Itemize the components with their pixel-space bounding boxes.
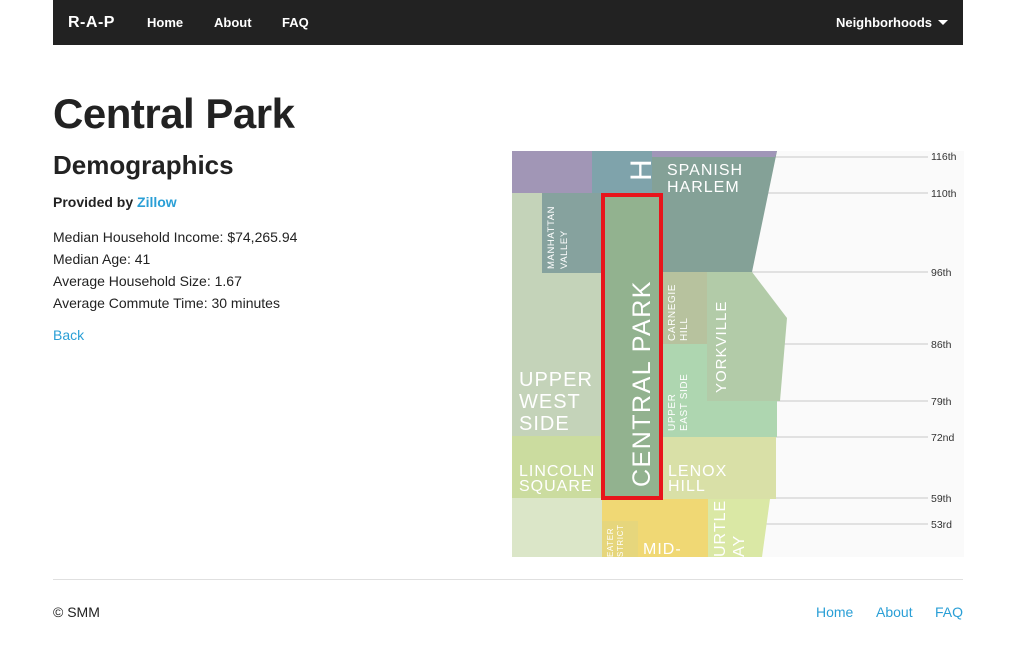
upper-west-side-label-2: WEST [519,391,581,413]
provided-by-prefix: Provided by [53,194,134,210]
lincoln-square-label-2: SQUARE [519,478,593,495]
street-label-110th: 110th [931,188,957,200]
footer-about-link[interactable]: About [876,604,913,620]
manhattan-valley-label-2: VALLEY [559,230,570,269]
street-label-86th: 86th [931,339,952,351]
turtle-bay-label-1: URTLE [712,500,729,557]
upper-west-side-label-3: SIDE [519,413,570,435]
central-park-label: CENTRAL PARK [628,280,656,487]
street-label-79th: 79th [931,396,952,408]
street-label-116th: 116th [931,151,957,163]
neighborhood-map: SPANISH HARLEM H MANHATTAN VALLEY CENTRA… [512,151,964,557]
region-purple [512,151,592,193]
spanish-harlem-label-1: SPANISH [667,162,743,179]
upper-east-side-label-1: UPPER [667,394,678,431]
upper-east-side-label-2: EAST SIDE [679,374,690,431]
brand-link[interactable]: R-A-P [68,14,115,32]
demographics-list: Median Household Income: $74,265.94 Medi… [53,226,297,314]
section-title: Demographics [53,150,234,180]
street-label-96th: 96th [931,267,952,279]
back-link[interactable]: Back [53,327,84,343]
lenox-hill-label-2: HILL [668,478,706,495]
upper-west-side-label-1: UPPER [519,369,593,391]
turtle-bay-label-2: AY [731,535,748,557]
theater-district-label-2: STRICT [616,525,625,558]
provided-by: Provided by Zillow [53,194,177,210]
stat-median-income: Median Household Income: $74,265.94 [53,229,298,245]
neighborhoods-dropdown-label: Neighborhoods [835,15,932,30]
copyright: © SMM [53,604,100,620]
stat-household-size: Average Household Size: 1.67 [53,273,242,289]
navbar: R-A-P Home About FAQ Neighborhoods [53,0,963,45]
provider-link[interactable]: Zillow [137,194,177,210]
midtown-label: MID- [643,541,682,557]
region-lower-west [512,498,602,557]
street-label-72nd: 72nd [931,432,955,444]
spanish-harlem-label-2: HARLEM [667,179,740,196]
nav-about-link[interactable]: About [214,15,252,30]
region-upper-east-side-lower [707,401,777,437]
footer-home-link[interactable]: Home [816,604,853,620]
nav-home-link[interactable]: Home [147,15,183,30]
street-label-59th: 59th [931,493,952,505]
harlem-fragment-label: H [625,159,658,181]
neighborhoods-dropdown[interactable]: Neighborhoods [836,15,948,30]
footer-faq-link[interactable]: FAQ [935,604,963,620]
stat-median-age: Median Age: 41 [53,251,151,267]
page-title: Central Park [53,90,295,137]
caret-down-icon [938,20,948,25]
carnegie-hill-label-1: CARNEGIE [667,284,678,341]
footer-divider [53,579,963,580]
yorkville-label: YORKVILLE [713,301,730,393]
region-purple-strip [652,151,777,157]
theater-district-label-1: EATER [606,528,615,557]
street-label-53rd: 53rd [931,519,952,531]
carnegie-hill-label-2: HILL [679,317,690,341]
stat-commute-time: Average Commute Time: 30 minutes [53,295,280,311]
nav-faq-link[interactable]: FAQ [282,15,309,30]
manhattan-valley-label-1: MANHATTAN [546,206,557,269]
